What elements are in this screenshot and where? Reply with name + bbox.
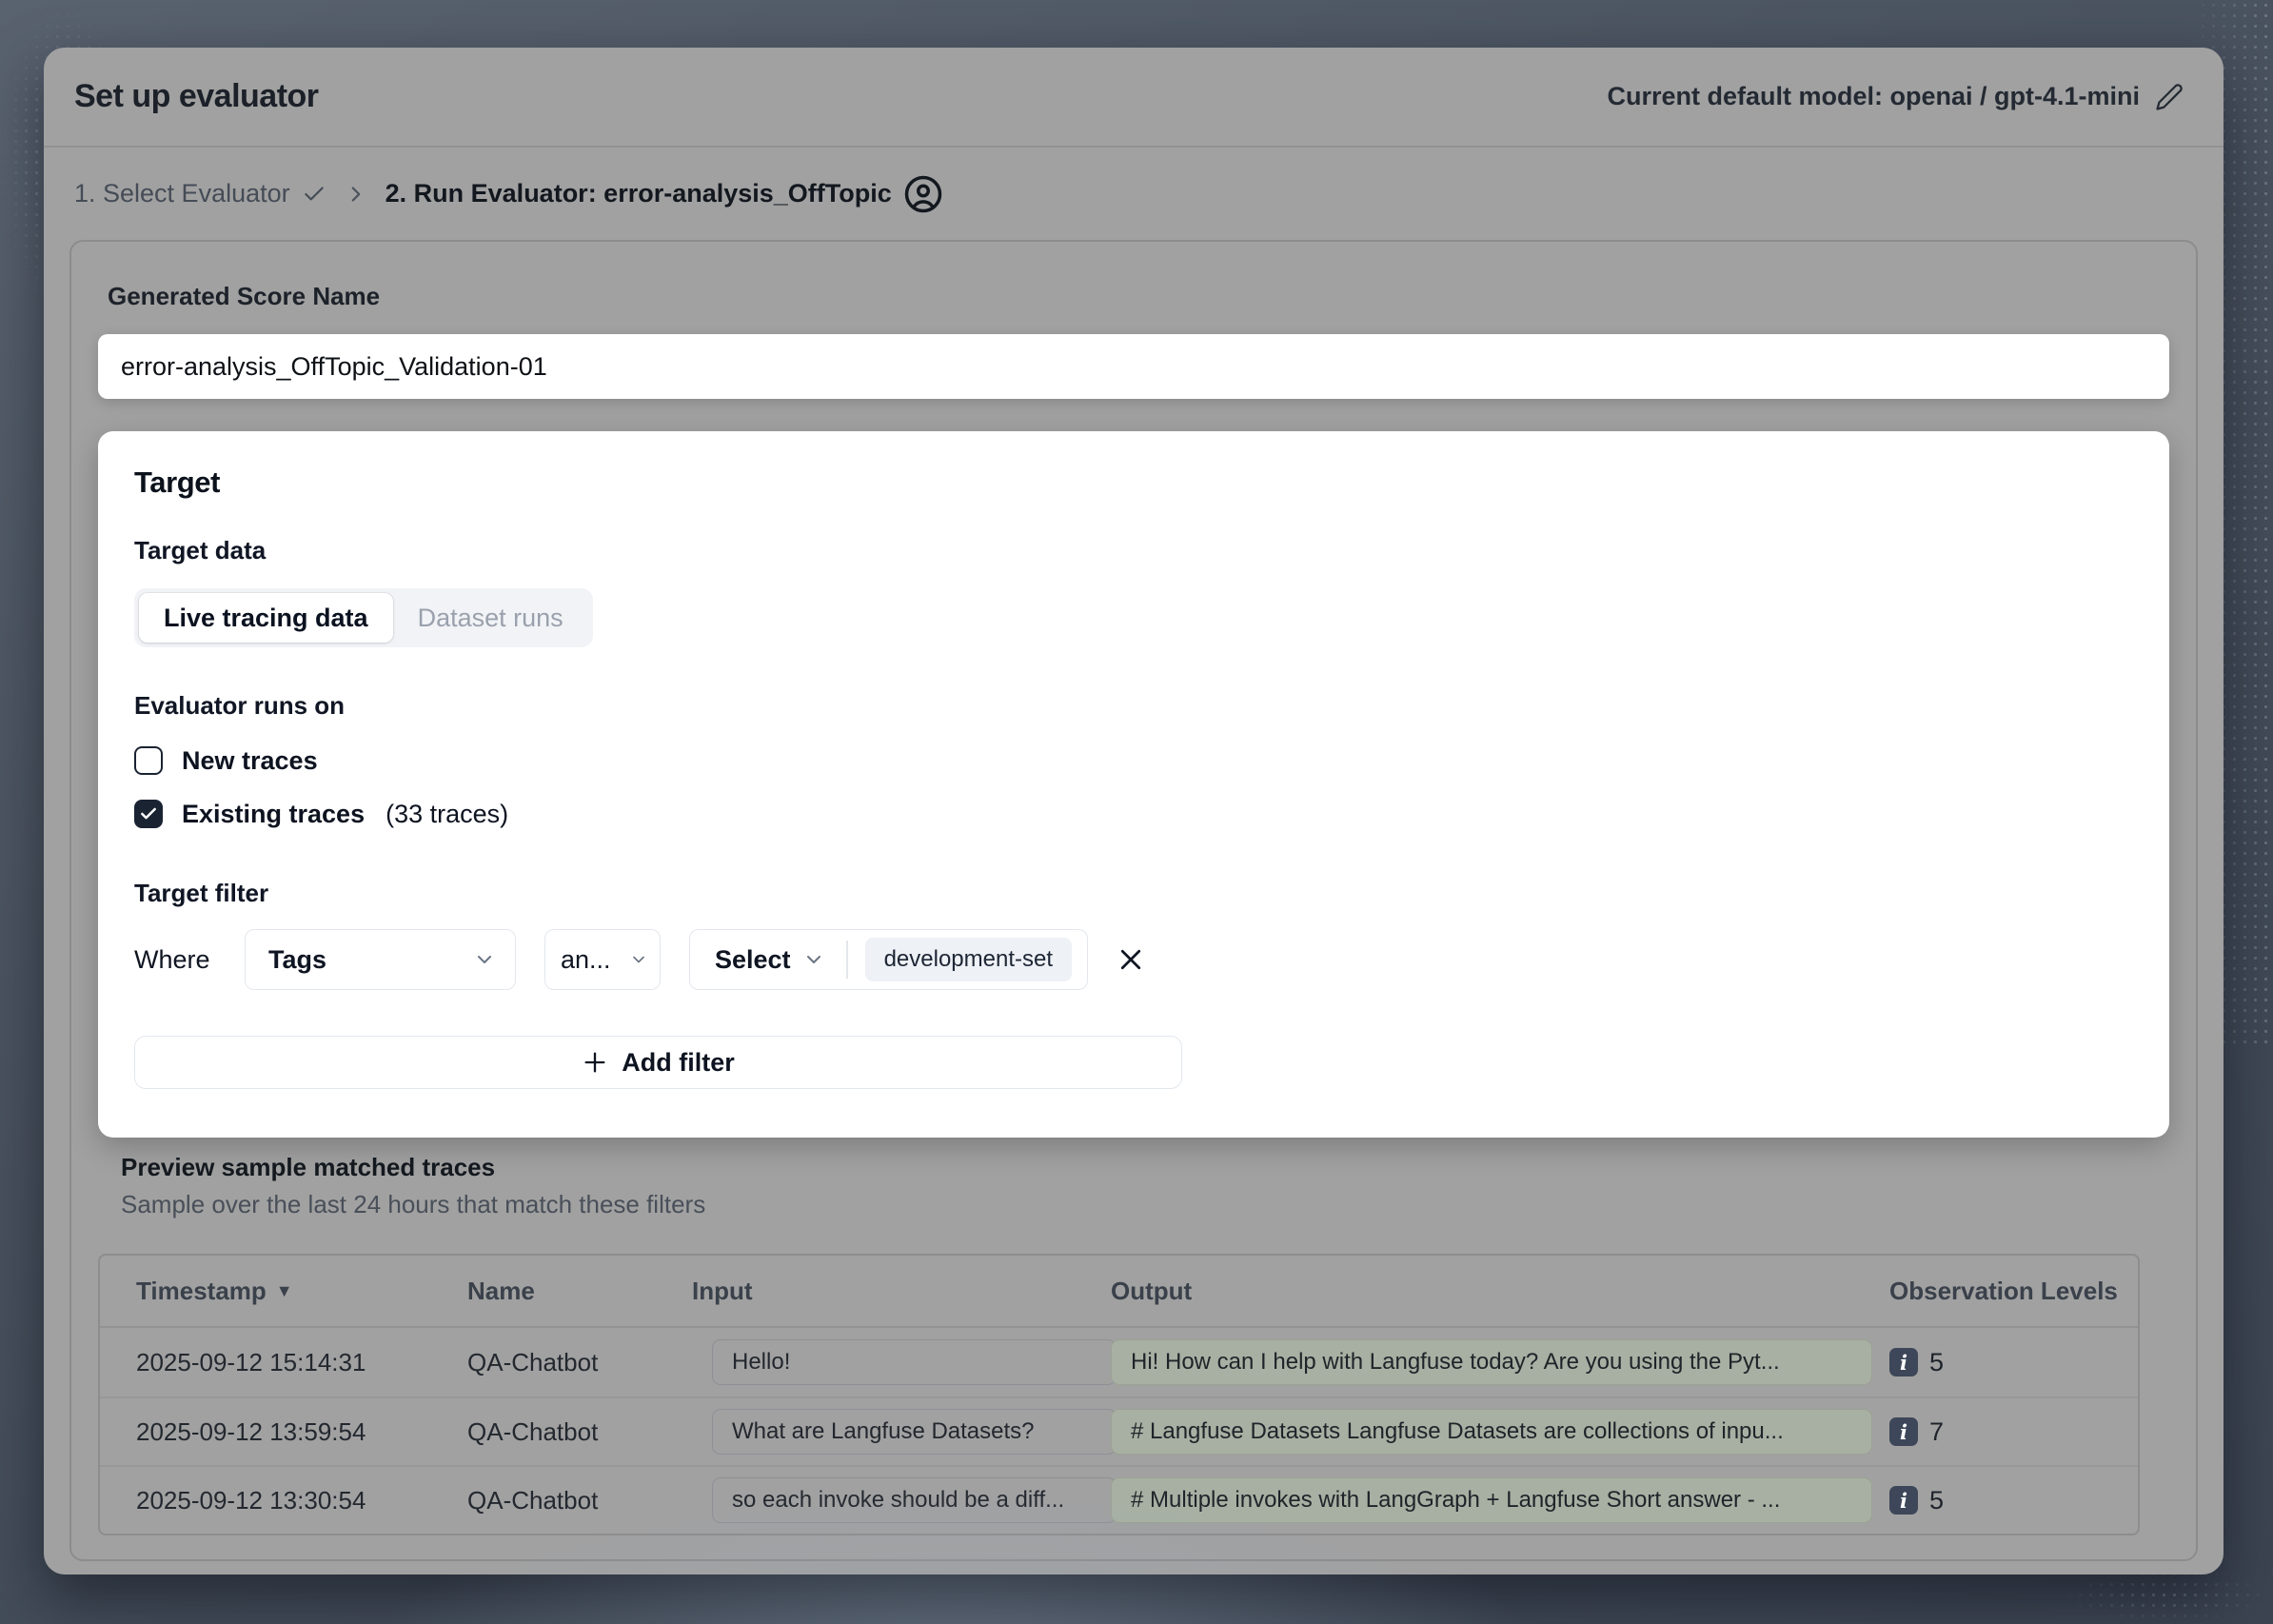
filter-value-placeholder: Select xyxy=(715,945,791,975)
output-preview-pill: Hi! How can I help with Langfuse today? … xyxy=(1111,1339,1872,1385)
breadcrumb-step-select-evaluator[interactable]: 1. Select Evaluator xyxy=(74,179,326,208)
modal-header: Set up evaluator Current default model: … xyxy=(44,48,2224,148)
chevron-down-icon xyxy=(802,948,825,971)
score-name-input[interactable] xyxy=(98,334,2169,399)
breadcrumb-step-1-label: 1. Select Evaluator xyxy=(74,179,290,208)
output-preview-pill: # Multiple invokes with LangGraph + Lang… xyxy=(1111,1477,1872,1523)
filter-operator-select[interactable]: an... xyxy=(544,929,661,990)
cell-timestamp: 2025-09-12 15:14:31 xyxy=(100,1348,433,1377)
chevron-down-icon xyxy=(473,948,496,971)
existing-traces-count: (33 traces) xyxy=(385,800,508,829)
add-filter-label: Add filter xyxy=(622,1048,735,1078)
edit-pencil-icon[interactable] xyxy=(2155,83,2184,111)
default-model-info: Current default model: openai / gpt-4.1-… xyxy=(1607,82,2184,111)
cell-name: QA-Chatbot xyxy=(433,1417,662,1447)
check-icon xyxy=(302,182,326,207)
input-preview-pill: so each invoke should be a diff... xyxy=(712,1477,1117,1523)
target-filter-label: Target filter xyxy=(134,879,2133,908)
target-data-label: Target data xyxy=(134,536,2133,565)
checkbox-checked-icon[interactable] xyxy=(134,800,163,828)
input-preview-pill: Hello! xyxy=(712,1339,1117,1385)
observation-level-count: 7 xyxy=(1929,1417,1944,1447)
score-name-label: Generated Score Name xyxy=(108,282,2169,311)
setup-evaluator-modal: Set up evaluator Current default model: … xyxy=(44,48,2224,1574)
cell-observation-levels: i 5 xyxy=(1889,1348,2138,1377)
add-filter-button[interactable]: Add filter xyxy=(134,1036,1182,1089)
breadcrumb-step-2-label: 2. Run Evaluator: error-analysis_OffTopi… xyxy=(385,179,892,208)
new-traces-label: New traces xyxy=(182,746,318,776)
table-row: 2025-09-12 15:14:31 QA-Chatbot Hello! Hi… xyxy=(100,1328,2138,1396)
observation-level-count: 5 xyxy=(1929,1348,1944,1377)
chevron-right-icon xyxy=(344,182,368,207)
filter-column-select[interactable]: Tags xyxy=(245,929,516,990)
target-card: Target Target data Live tracing data Dat… xyxy=(98,431,2169,1138)
table-row: 2025-09-12 13:30:54 QA-Chatbot so each i… xyxy=(100,1465,2138,1534)
divider xyxy=(846,941,848,979)
filter-value-select[interactable]: Select development-set xyxy=(689,929,1088,990)
info-icon: i xyxy=(1889,1417,1918,1446)
cell-observation-levels: i 5 xyxy=(1889,1486,2138,1515)
tab-live-tracing-data[interactable]: Live tracing data xyxy=(139,593,393,643)
cell-observation-levels: i 7 xyxy=(1889,1417,2138,1447)
plus-icon xyxy=(582,1049,608,1076)
cell-timestamp: 2025-09-12 13:59:54 xyxy=(100,1417,433,1447)
preview-title: Preview sample matched traces xyxy=(121,1153,2169,1182)
filter-operator-value: an... xyxy=(561,945,611,975)
page-background: Set up evaluator Current default model: … xyxy=(0,0,2273,1624)
existing-traces-checkbox-row[interactable]: Existing traces (33 traces) xyxy=(134,793,2133,835)
info-icon: i xyxy=(1889,1486,1918,1515)
target-data-tabs: Live tracing data Dataset runs xyxy=(134,588,593,647)
close-icon xyxy=(1117,945,1145,974)
output-preview-pill: # Langfuse Datasets Langfuse Datasets ar… xyxy=(1111,1409,1872,1455)
column-header-timestamp[interactable]: Timestamp ▼ xyxy=(100,1277,433,1306)
column-header-observation-levels: Observation Levels xyxy=(1889,1277,2138,1306)
table-header-row: Timestamp ▼ Name Input Output Observatio… xyxy=(100,1256,2138,1328)
breadcrumb-step-run-evaluator: 2. Run Evaluator: error-analysis_OffTopi… xyxy=(385,174,943,214)
filter-row: Where Tags an... Select development-set xyxy=(134,929,2133,990)
target-title: Target xyxy=(134,465,2133,500)
chevron-down-icon xyxy=(629,950,648,969)
user-circle-icon xyxy=(903,174,943,214)
input-preview-pill: What are Langfuse Datasets? xyxy=(712,1409,1117,1455)
filter-column-value: Tags xyxy=(268,945,326,975)
filter-where-label: Where xyxy=(134,945,231,975)
observation-level-count: 5 xyxy=(1929,1486,1944,1515)
tab-dataset-runs[interactable]: Dataset runs xyxy=(393,593,588,643)
run-evaluator-panel: Generated Score Name Target Target data … xyxy=(69,240,2198,1561)
breadcrumb: 1. Select Evaluator 2. Run Evaluator: er… xyxy=(44,148,2224,240)
table-row: 2025-09-12 13:59:54 QA-Chatbot What are … xyxy=(100,1396,2138,1465)
filter-value-badge: development-set xyxy=(865,938,1072,981)
preview-table: Timestamp ▼ Name Input Output Observatio… xyxy=(98,1254,2140,1535)
column-header-input: Input xyxy=(662,1277,1109,1306)
sort-desc-icon: ▼ xyxy=(276,1281,293,1301)
preview-subtitle: Sample over the last 24 hours that match… xyxy=(121,1190,2169,1219)
new-traces-checkbox-row[interactable]: New traces xyxy=(134,740,2133,782)
default-model-label: Current default model: openai / gpt-4.1-… xyxy=(1607,82,2140,111)
info-icon: i xyxy=(1889,1348,1918,1376)
cell-name: QA-Chatbot xyxy=(433,1486,662,1515)
column-header-name: Name xyxy=(433,1277,662,1306)
cell-name: QA-Chatbot xyxy=(433,1348,662,1377)
checkbox-unchecked-icon[interactable] xyxy=(134,746,163,775)
page-title: Set up evaluator xyxy=(74,78,319,115)
preview-section: Preview sample matched traces Sample ove… xyxy=(98,1153,2169,1535)
cell-timestamp: 2025-09-12 13:30:54 xyxy=(100,1486,433,1515)
remove-filter-button[interactable] xyxy=(1117,945,1145,974)
evaluator-runs-on-label: Evaluator runs on xyxy=(134,691,2133,721)
existing-traces-label: Existing traces xyxy=(182,800,365,829)
column-header-output: Output xyxy=(1109,1277,1889,1306)
